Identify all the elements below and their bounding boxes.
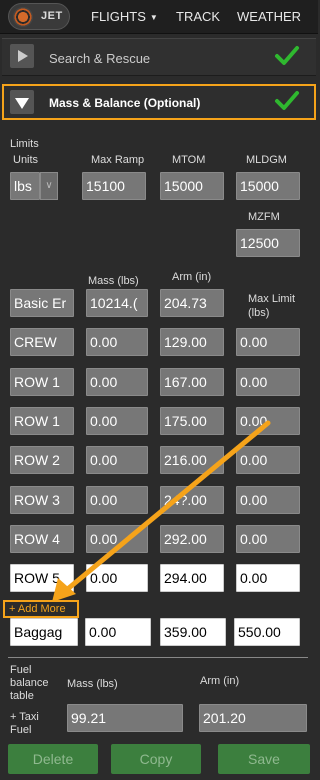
- expand-toggle[interactable]: [10, 44, 34, 68]
- row-mass-input[interactable]: 0.00: [86, 486, 148, 514]
- row-mass-input[interactable]: 0.00: [86, 446, 148, 474]
- max-ramp-input[interactable]: 15100: [82, 172, 146, 200]
- row-limit-input[interactable]: 0.00: [236, 328, 300, 356]
- caret-down-icon: [15, 98, 29, 109]
- row-name-input[interactable]: CREW: [10, 328, 74, 356]
- save-button[interactable]: Save: [218, 744, 310, 774]
- delete-button[interactable]: Delete: [8, 744, 98, 774]
- row-mass-input[interactable]: 0.00: [86, 525, 148, 553]
- row-name-input[interactable]: ROW 3: [10, 486, 74, 514]
- fuel-arm-header: Arm (in): [200, 675, 240, 687]
- row-arm-input[interactable]: 292.00: [160, 525, 224, 553]
- nav-track[interactable]: TRACK: [176, 9, 220, 24]
- section-search-rescue[interactable]: Search & Rescue: [2, 38, 316, 76]
- checkmark-icon: [275, 46, 299, 65]
- row-mass-input[interactable]: 0.00: [86, 407, 148, 435]
- fuel-label-line: table: [10, 690, 34, 702]
- row-mass-input[interactable]: 0.00: [86, 368, 148, 396]
- baggage-name-input[interactable]: Baggag: [10, 618, 78, 646]
- taxi-label-line: Fuel: [10, 724, 32, 736]
- row-mass-input[interactable]: 10214.(: [86, 289, 148, 317]
- row-name-input[interactable]: ROW 2: [10, 446, 74, 474]
- fuel-mass-input[interactable]: 99.21: [67, 704, 183, 732]
- mtom-label: MTOM: [172, 154, 206, 166]
- collapse-toggle[interactable]: [10, 90, 34, 114]
- row-name-input[interactable]: ROW 5: [10, 564, 74, 592]
- row-arm-input[interactable]: 204.73: [160, 289, 224, 317]
- row-limit-input[interactable]: 0.00: [236, 486, 300, 514]
- chevron-down-icon[interactable]: ∨: [40, 172, 58, 200]
- fuel-label-line: balance: [10, 677, 49, 689]
- row-name-input[interactable]: ROW 4: [10, 525, 74, 553]
- nav-weather[interactable]: WEATHER: [237, 9, 301, 24]
- mass-header: Mass (lbs): [88, 275, 139, 287]
- baggage-mass-input[interactable]: 0.00: [85, 618, 151, 646]
- mldgm-input[interactable]: 15000: [236, 172, 300, 200]
- baggage-arm-input[interactable]: 359.00: [160, 618, 226, 646]
- section-mass-balance[interactable]: Mass & Balance (Optional): [2, 84, 316, 120]
- row-limit-input[interactable]: 0.00: [236, 407, 300, 435]
- baggage-limit-input[interactable]: 550.00: [234, 618, 300, 646]
- top-nav: JET FLIGHTS ▼ TRACK WEATHER: [0, 0, 318, 34]
- mldgm-label: MLDGM: [246, 154, 287, 166]
- logo-icon: [13, 7, 33, 27]
- max-limit-header: Max Limit (lbs): [248, 293, 296, 319]
- taxi-label-line: + Taxi: [10, 711, 39, 723]
- section-title: Mass & Balance (Optional): [49, 96, 201, 110]
- play-icon: [18, 50, 28, 62]
- fuel-label-line: Fuel: [10, 664, 32, 676]
- fuel-arm-input[interactable]: 201.20: [199, 704, 307, 732]
- mzfm-input[interactable]: 12500: [236, 229, 300, 257]
- row-arm-input[interactable]: 294.00: [160, 564, 224, 592]
- units-label: Units: [13, 154, 39, 166]
- copy-button[interactable]: Copy: [111, 744, 201, 774]
- fuel-mass-header: Mass (lbs): [67, 678, 118, 690]
- fuel-balance-label: Fuel balance table: [10, 664, 49, 703]
- add-more-button[interactable]: + Add More: [3, 600, 79, 618]
- nav-flights[interactable]: FLIGHTS ▼: [91, 9, 158, 24]
- row-arm-input[interactable]: 216.00: [160, 446, 224, 474]
- row-arm-input[interactable]: 167.00: [160, 368, 224, 396]
- limits-heading: Limits: [10, 138, 39, 150]
- logo-text: JET: [41, 10, 63, 22]
- row-name-input[interactable]: ROW 1: [10, 407, 74, 435]
- nav-flights-label: FLIGHTS: [91, 9, 146, 24]
- mtom-input[interactable]: 15000: [160, 172, 224, 200]
- row-mass-input[interactable]: 0.00: [86, 564, 148, 592]
- mzfm-label: MZFM: [248, 211, 280, 223]
- taxi-fuel-label: + Taxi Fuel: [10, 711, 39, 737]
- divider: [8, 657, 308, 658]
- row-limit-input[interactable]: 0.00: [236, 446, 300, 474]
- section-title: Search & Rescue: [49, 51, 151, 66]
- units-select[interactable]: lbs: [10, 172, 40, 200]
- app-logo[interactable]: JET: [8, 3, 70, 30]
- chevron-down-icon: ▼: [149, 13, 158, 22]
- row-arm-input[interactable]: 175.00: [160, 407, 224, 435]
- row-limit-input[interactable]: 0.00: [236, 368, 300, 396]
- row-limit-input[interactable]: 0.00: [236, 564, 300, 592]
- row-mass-input[interactable]: 0.00: [86, 328, 148, 356]
- row-arm-input[interactable]: 129.00: [160, 328, 224, 356]
- row-name-input[interactable]: ROW 1: [10, 368, 74, 396]
- row-name-input[interactable]: Basic Er: [10, 289, 74, 317]
- checkmark-icon: [275, 91, 299, 110]
- row-limit-input[interactable]: 0.00: [236, 525, 300, 553]
- row-arm-input[interactable]: 24?.00: [160, 486, 224, 514]
- max-ramp-label: Max Ramp: [91, 154, 145, 166]
- arm-header: Arm (in): [172, 271, 212, 283]
